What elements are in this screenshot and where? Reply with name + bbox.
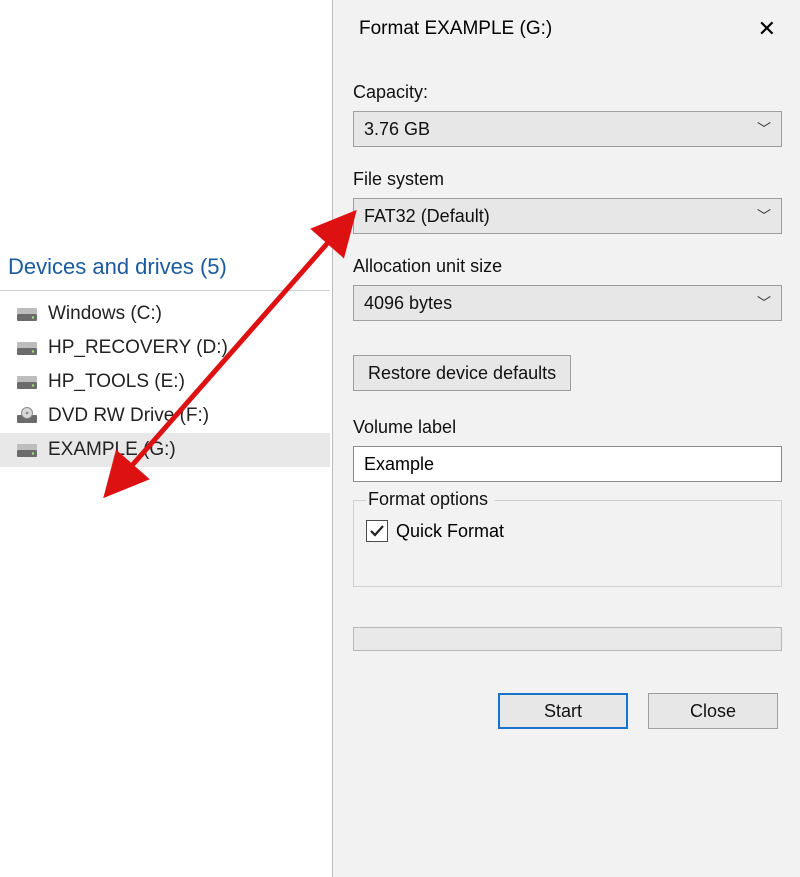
drive-list: Windows (C:) HP_RECOVERY (D:) HP_TOOLS (… xyxy=(0,297,330,467)
filesystem-select[interactable]: FAT32 (Default) ﹀ xyxy=(353,198,782,234)
allocation-value: 4096 bytes xyxy=(364,293,452,314)
drive-item-example-g[interactable]: EXAMPLE (G:) xyxy=(0,433,330,467)
dialog-titlebar[interactable]: Format EXAMPLE (G:) ✕ xyxy=(333,0,800,58)
drive-item-windows-c[interactable]: Windows (C:) xyxy=(0,297,330,331)
drive-label: HP_RECOVERY (D:) xyxy=(48,337,228,359)
volume-label-label: Volume label xyxy=(353,417,782,438)
close-icon[interactable]: ✕ xyxy=(750,14,784,44)
start-button[interactable]: Start xyxy=(498,693,628,729)
check-icon xyxy=(369,523,385,539)
optical-drive-icon xyxy=(16,407,38,425)
drive-label: EXAMPLE (G:) xyxy=(48,439,176,461)
format-options-group: Format options Quick Format xyxy=(353,500,782,587)
drive-label: Windows (C:) xyxy=(48,303,162,325)
capacity-value: 3.76 GB xyxy=(364,119,430,140)
usb-drive-icon xyxy=(16,441,38,459)
close-button[interactable]: Close xyxy=(648,693,778,729)
drive-icon xyxy=(16,373,38,391)
explorer-panel: Devices and drives (5) Windows (C:) HP_R… xyxy=(0,250,330,467)
devices-section-header[interactable]: Devices and drives (5) xyxy=(0,250,330,291)
allocation-label: Allocation unit size xyxy=(353,256,782,277)
drive-item-dvd-f[interactable]: DVD RW Drive (F:) xyxy=(0,399,330,433)
filesystem-value: FAT32 (Default) xyxy=(364,206,490,227)
dialog-title: Format EXAMPLE (G:) xyxy=(359,18,552,40)
chevron-down-icon: ﹀ xyxy=(757,119,771,139)
format-dialog: Format EXAMPLE (G:) ✕ Capacity: 3.76 GB … xyxy=(332,0,800,877)
chevron-down-icon: ﹀ xyxy=(757,206,771,226)
drive-item-hp-tools-e[interactable]: HP_TOOLS (E:) xyxy=(0,365,330,399)
drive-item-hp-recovery-d[interactable]: HP_RECOVERY (D:) xyxy=(0,331,330,365)
volume-label-input[interactable] xyxy=(353,446,782,482)
drive-icon xyxy=(16,339,38,357)
quick-format-label: Quick Format xyxy=(396,521,504,542)
progress-bar xyxy=(353,627,782,651)
drive-icon xyxy=(16,305,38,323)
allocation-select[interactable]: 4096 bytes ﹀ xyxy=(353,285,782,321)
format-options-label: Format options xyxy=(366,489,494,510)
drive-label: DVD RW Drive (F:) xyxy=(48,405,209,427)
capacity-select[interactable]: 3.76 GB ﹀ xyxy=(353,111,782,147)
quick-format-checkbox[interactable] xyxy=(366,520,388,542)
chevron-down-icon: ﹀ xyxy=(757,293,771,313)
drive-label: HP_TOOLS (E:) xyxy=(48,371,185,393)
restore-defaults-button[interactable]: Restore device defaults xyxy=(353,355,571,391)
filesystem-label: File system xyxy=(353,169,782,190)
capacity-label: Capacity: xyxy=(353,82,782,103)
